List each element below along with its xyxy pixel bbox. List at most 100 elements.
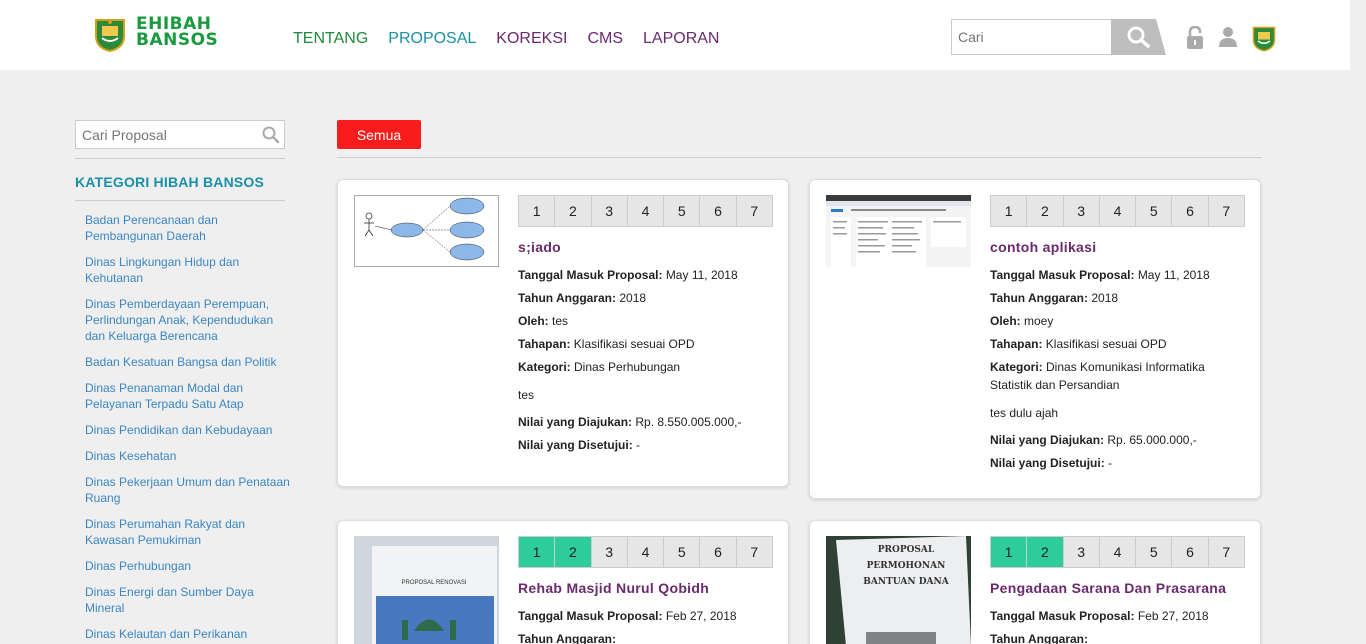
proposal-title[interactable]: s;iado — [518, 239, 561, 255]
field-value: Dinas Perhubungan — [574, 360, 681, 374]
category-item[interactable]: Dinas Kelautan dan Perikanan — [85, 626, 290, 642]
header-search-button[interactable] — [1111, 19, 1166, 55]
category-item[interactable]: Dinas Perumahan Rakyat dan Kawasan Pemuk… — [85, 516, 290, 548]
category-item[interactable]: Badan Kesatuan Bangsa dan Politik — [85, 354, 290, 370]
proposal-card[interactable]: PROPOSAL RENOVASI 1 2 3 4 5 6 7 Rehab Ma… — [337, 520, 789, 644]
proposal-details: Tanggal Masuk Proposal: May 11, 2018 Tah… — [990, 266, 1248, 477]
proposal-thumbnail[interactable] — [826, 195, 971, 267]
field-label: Oleh: — [518, 314, 549, 328]
category-item[interactable]: Dinas Perhubungan — [85, 558, 290, 574]
category-list: Badan Perencanaan dan Pembangunan Daerah… — [85, 212, 290, 644]
proposal-cover-image: PROPOSAL PERMOHONAN BANTUAN DANA — [826, 536, 971, 644]
brand-name: EHIBAH BANSOS — [136, 16, 219, 50]
nav-koreksi[interactable]: KOREKSI — [496, 30, 567, 48]
field-label: Tahun Anggaran: — [518, 291, 616, 305]
user-icon[interactable] — [1219, 27, 1237, 47]
proposal-details: Tanggal Masuk Proposal: Feb 27, 2018 Tah… — [990, 607, 1248, 644]
proposal-title[interactable]: Pengadaan Sarana Dan Prasarana — [990, 580, 1226, 596]
category-item[interactable]: Dinas Kesehatan — [85, 448, 290, 464]
field-label: Nilai yang Diajukan: — [518, 415, 633, 429]
emblem-icon[interactable] — [1252, 24, 1276, 52]
field-value: - — [636, 438, 641, 452]
step: 1 — [519, 196, 556, 226]
field-value: tes — [552, 314, 569, 328]
category-item[interactable]: Dinas Pemberdayaan Perempuan, Perlindung… — [85, 296, 290, 344]
nav-laporan[interactable]: LAPORAN — [643, 30, 719, 48]
progress-steps: 1 2 3 4 5 6 7 — [990, 195, 1245, 227]
search-icon — [1127, 26, 1150, 48]
cover-caption: PROPOSAL PERMOHONAN BANTUAN DANA — [863, 545, 949, 587]
field-label: Tahun Anggaran: — [990, 632, 1088, 644]
category-item[interactable]: Badan Perencanaan dan Pembangunan Daerah — [85, 212, 290, 244]
step: 6 — [1172, 196, 1209, 226]
field-label: Tanggal Masuk Proposal: — [518, 609, 663, 623]
top-header: EHIBAH BANSOS TENTANG PROPOSAL KOREKSI C… — [0, 0, 1350, 70]
proposal-card[interactable]: 1 2 3 4 5 6 7 contoh aplikasi Tanggal Ma… — [809, 179, 1261, 499]
header-search — [951, 19, 1166, 55]
step: 2 — [555, 537, 592, 567]
step: 3 — [592, 196, 628, 226]
field-value: May 11, 2018 — [665, 268, 738, 282]
step: 7 — [1222, 203, 1231, 219]
field-label: Tanggal Masuk Proposal: — [518, 268, 663, 282]
header-search-input[interactable] — [951, 19, 1121, 55]
proposal-thumbnail[interactable]: PROPOSAL RENOVASI — [354, 536, 499, 644]
step: 2 — [1027, 196, 1064, 226]
progress-steps: 1 2 3 4 5 6 7 — [990, 536, 1245, 568]
step: 1 — [991, 537, 1028, 567]
field-value: May 11, 2018 — [1137, 268, 1210, 282]
filter-all-button[interactable]: Semua — [337, 120, 421, 149]
category-item[interactable]: Dinas Penanaman Modal dan Pelayanan Terp… — [85, 380, 290, 412]
step: 5 — [1136, 537, 1173, 567]
divider — [75, 200, 285, 201]
category-item[interactable]: Dinas Pekerjaan Umum dan Penataan Ruang — [85, 474, 290, 506]
proposal-details: Tanggal Masuk Proposal: May 11, 2018 Tah… — [518, 266, 776, 459]
proposal-thumbnail[interactable] — [354, 195, 499, 267]
proposal-card[interactable]: PROPOSAL PERMOHONAN BANTUAN DANA 1 2 3 4… — [809, 520, 1261, 644]
category-item[interactable]: Dinas Lingkungan Hidup dan Kehutanan — [85, 254, 290, 286]
brand-line2: BANSOS — [136, 30, 219, 50]
divider — [75, 158, 285, 159]
field-value: - — [1108, 456, 1113, 470]
field-value: Feb 27, 2018 — [665, 609, 737, 623]
step: 4 — [1100, 196, 1137, 226]
step: 1 — [519, 537, 556, 567]
step: 3 — [1064, 537, 1100, 567]
site-logo[interactable]: EHIBAH BANSOS — [92, 14, 232, 54]
step: 3 — [1064, 196, 1100, 226]
category-item[interactable]: Dinas Energi dan Sumber Daya Mineral — [85, 584, 290, 616]
field-label: Nilai yang Disetujui: — [518, 438, 633, 452]
proposal-title[interactable]: Rehab Masjid Nurul Qobidh — [518, 580, 709, 596]
lock-icon[interactable] — [1186, 26, 1204, 50]
sidebar-search — [75, 120, 285, 149]
nav-proposal[interactable]: PROPOSAL — [388, 30, 476, 48]
proposal-card[interactable]: 1 2 3 4 5 6 7 s;iado Tanggal Masuk Propo… — [337, 179, 789, 487]
field-value: moey — [1024, 314, 1054, 328]
step: 5 — [664, 537, 701, 567]
step: 3 — [592, 537, 628, 567]
field-value: Feb 27, 2018 — [1137, 609, 1209, 623]
field-value: 2018 — [619, 291, 647, 305]
proposal-thumbnail[interactable]: PROPOSAL PERMOHONAN BANTUAN DANA — [826, 536, 971, 644]
step: 7 — [750, 203, 759, 219]
field-label: Kategori: — [990, 360, 1043, 374]
field-label: Oleh: — [990, 314, 1021, 328]
proposal-title[interactable]: contoh aplikasi — [990, 239, 1096, 255]
category-item[interactable]: Dinas Pendidikan dan Kebudayaan — [85, 422, 290, 438]
step: 4 — [628, 196, 665, 226]
sidebar-title: KATEGORI HIBAH BANSOS — [75, 174, 265, 190]
sidebar-search-input[interactable] — [76, 121, 256, 148]
proposal-description: tes — [518, 388, 535, 402]
step: 4 — [1100, 537, 1137, 567]
main-nav: TENTANG PROPOSAL KOREKSI CMS LAPORAN — [293, 30, 739, 48]
search-icon[interactable] — [262, 126, 280, 144]
emblem-icon — [95, 19, 125, 52]
cover-caption: PROPOSAL RENOVASI — [401, 580, 466, 586]
app-screenshot-image — [826, 195, 971, 267]
nav-tentang[interactable]: TENTANG — [293, 30, 368, 48]
nav-cms[interactable]: CMS — [587, 30, 623, 48]
step: 7 — [750, 544, 759, 560]
field-value: Rp. 65.000.000,- — [1107, 433, 1197, 447]
progress-steps: 1 2 3 4 5 6 7 — [518, 536, 773, 568]
proposal-cover-image: PROPOSAL RENOVASI — [354, 536, 499, 644]
